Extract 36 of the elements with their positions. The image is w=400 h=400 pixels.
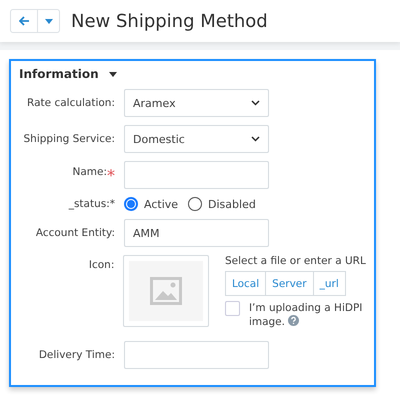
- back-button[interactable]: [10, 9, 38, 33]
- image-placeholder-icon: [150, 277, 182, 305]
- field-label: Delivery Time:: [38, 349, 115, 361]
- section-toggle[interactable]: Information: [17, 67, 117, 81]
- dropdown[interactable]: Domestic: [124, 125, 269, 153]
- chevron-icon: [251, 100, 260, 106]
- radio-option[interactable]: Active: [124, 197, 178, 211]
- radio-option[interactable]: Disabled: [188, 197, 256, 211]
- radio-button[interactable]: [188, 197, 202, 211]
- input-field[interactable]: [124, 161, 269, 189]
- source-button[interactable]: Server: [266, 271, 314, 296]
- help-icon: [288, 315, 300, 326]
- upload-hint: Select a file or enter a URL: [224, 255, 367, 267]
- caret-icon: [108, 72, 117, 76]
- source-button[interactable]: _url: [314, 271, 346, 296]
- field-label: Account Entity:: [36, 227, 115, 239]
- back-arrow-icon: [18, 16, 30, 26]
- input-field[interactable]: AMM: [124, 219, 269, 247]
- dropdown-value: Domestic: [133, 132, 185, 146]
- page-title: New Shipping Method: [71, 10, 268, 32]
- dropdown-button[interactable]: [38, 9, 60, 33]
- checkbox-label: I’m uploading a HiDPI image.: [248, 301, 364, 329]
- caret-icon: [44, 18, 52, 24]
- chevron-icon: [251, 136, 260, 142]
- dropdown-value: Aramex: [133, 96, 176, 110]
- dropdown[interactable]: Aramex: [124, 89, 269, 117]
- checkbox[interactable]: [224, 301, 240, 316]
- radio-button[interactable]: [124, 197, 138, 211]
- input-field[interactable]: [124, 341, 269, 369]
- field-label: Name:: [72, 166, 107, 180]
- field-label: Shipping Service:: [24, 133, 115, 145]
- field-label: Icon:: [88, 259, 114, 271]
- field-label: _status:*: [68, 198, 115, 210]
- field-label: Rate calculation:: [27, 97, 115, 109]
- required-mark: *: [107, 166, 115, 184]
- source-button[interactable]: Local: [224, 271, 266, 296]
